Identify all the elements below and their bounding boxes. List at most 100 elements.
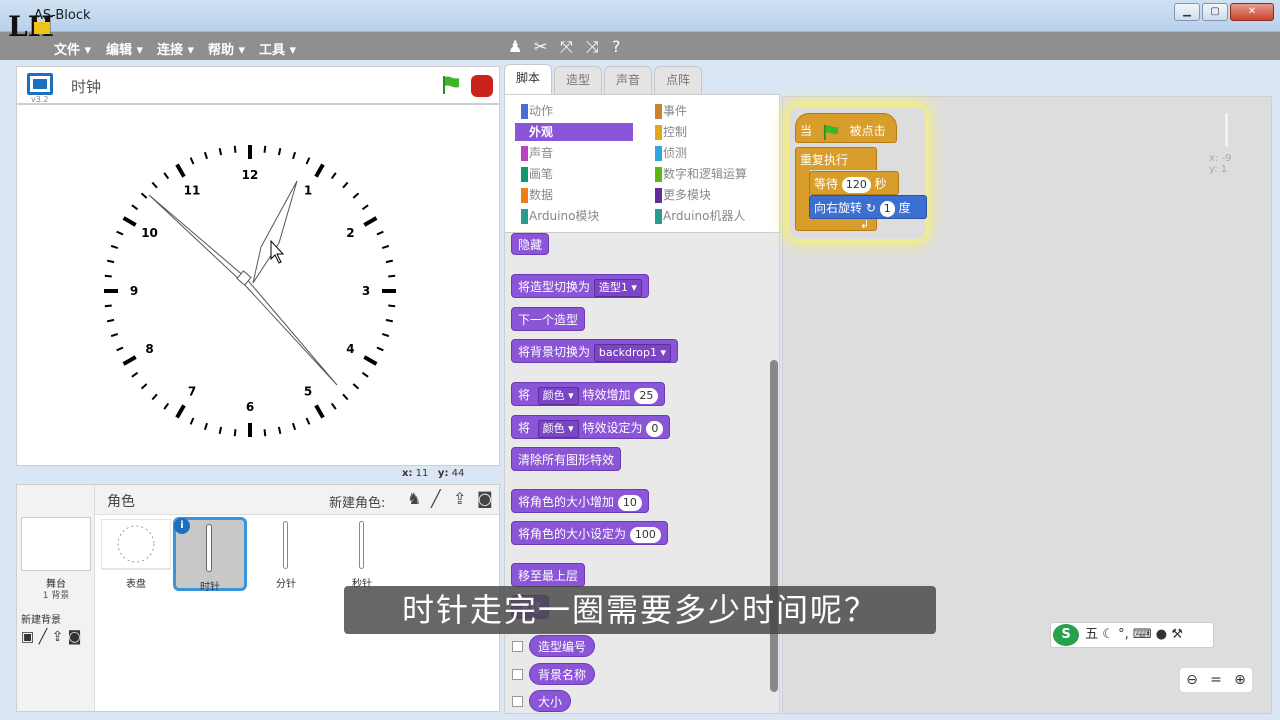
- when-flag-clicked-block[interactable]: 当 被点击: [795, 113, 897, 143]
- user-icon[interactable]: ●: [1156, 627, 1167, 642]
- hide-block[interactable]: 隐藏: [511, 233, 550, 255]
- menu-bar: 文件 ▾ 编辑 ▾ 连接 ▾ 帮助 ▾ 工具 ▾ ♟ ✂ ⤧ ⤨ ?: [0, 32, 1280, 60]
- tab-sounds[interactable]: 声音: [604, 66, 652, 94]
- moon-icon[interactable]: ☾: [1102, 627, 1114, 642]
- backdrop-library-icon[interactable]: ▣: [21, 629, 34, 645]
- size-checkbox[interactable]: [512, 696, 523, 707]
- turn-degrees-input[interactable]: 1: [879, 201, 895, 217]
- clear-effects-block[interactable]: 清除所有图形特效: [511, 447, 622, 471]
- sprite-item-selected[interactable]: i 时针: [173, 517, 247, 593]
- tab-matrix[interactable]: 点阵: [654, 66, 702, 94]
- set-effect-block[interactable]: 将 颜色 ▾ 特效设定为 0: [511, 415, 671, 439]
- duplicate-icon[interactable]: ♟: [508, 37, 522, 56]
- menu-connect[interactable]: 连接 ▾: [157, 39, 194, 58]
- wait-block[interactable]: 等待 120 秒: [809, 171, 899, 195]
- category-control[interactable]: 控制: [649, 123, 687, 141]
- stage[interactable]: 12 1 2 3 4 5 6 7 8 9 10 11: [16, 104, 500, 466]
- costume-number-checkbox[interactable]: [512, 641, 523, 652]
- category-motion[interactable]: 动作: [515, 102, 553, 120]
- category-arduino-robot[interactable]: Arduino机器人: [649, 207, 745, 225]
- category-arduino-modules[interactable]: Arduino模块: [515, 207, 599, 225]
- backdrop-dropdown[interactable]: backdrop1 ▾: [593, 344, 671, 362]
- size-set-input[interactable]: 100: [629, 527, 661, 543]
- sprite-library-icon[interactable]: ♞: [407, 489, 421, 508]
- ime-mode[interactable]: 五: [1085, 627, 1098, 642]
- change-effect-block[interactable]: 将 颜色 ▾ 特效增加 25: [511, 382, 666, 406]
- effect-dropdown[interactable]: 颜色 ▾: [537, 420, 579, 438]
- sprite-item[interactable]: 表盘: [99, 517, 173, 591]
- backdrop-name-checkbox[interactable]: [512, 669, 523, 680]
- maximize-button[interactable]: ▢: [1202, 3, 1228, 21]
- clock-number: 3: [362, 284, 370, 298]
- zoom-out-icon[interactable]: ⊖: [1186, 668, 1198, 692]
- category-events[interactable]: 事件: [649, 102, 687, 120]
- camera-sprite-icon[interactable]: ◙: [477, 489, 493, 508]
- hour-tick: [175, 163, 186, 178]
- next-costume-block[interactable]: 下一个造型: [511, 307, 586, 331]
- size-change-input[interactable]: 10: [617, 495, 642, 511]
- effect-change-input[interactable]: 25: [634, 388, 659, 404]
- wait-seconds-input[interactable]: 120: [841, 177, 871, 193]
- stop-icon[interactable]: [471, 75, 493, 97]
- costume-number-reporter[interactable]: 造型编号: [529, 635, 596, 657]
- go-front-block[interactable]: 移至最上层: [511, 563, 586, 587]
- keyboard-icon[interactable]: ⌨: [1133, 627, 1152, 642]
- zoom-in-icon[interactable]: ⊕: [1234, 668, 1246, 692]
- palette-scrollbar[interactable]: [770, 360, 778, 692]
- category-sensing[interactable]: 侦测: [649, 144, 687, 162]
- sogou-icon[interactable]: S: [1053, 624, 1079, 646]
- switch-costume-block[interactable]: 将造型切换为 造型1 ▾: [511, 274, 649, 298]
- category-operators[interactable]: 数字和逻辑运算: [649, 165, 747, 183]
- minute-hand[interactable]: [148, 194, 338, 386]
- sprite-item[interactable]: 秒针: [325, 517, 399, 591]
- category-pen[interactable]: 画笔: [515, 165, 553, 183]
- upload-backdrop-icon[interactable]: ⇪: [52, 629, 64, 645]
- clock-number: 9: [130, 284, 138, 298]
- paint-backdrop-icon[interactable]: ╱: [39, 629, 47, 645]
- effect-dropdown[interactable]: 颜色 ▾: [537, 387, 579, 405]
- close-button[interactable]: ✕: [1230, 3, 1274, 21]
- hour-hand[interactable]: [252, 180, 298, 284]
- green-flag-icon[interactable]: [441, 75, 461, 95]
- camera-backdrop-icon[interactable]: ◙: [68, 629, 82, 645]
- fullscreen-icon[interactable]: [27, 73, 53, 95]
- minute-tick: [292, 422, 297, 431]
- minute-tick: [385, 259, 394, 264]
- zoom-reset-icon[interactable]: =: [1210, 668, 1222, 692]
- category-data[interactable]: 数据: [515, 186, 553, 204]
- grow-icon[interactable]: ⤧: [560, 37, 573, 57]
- hour-tick: [122, 355, 137, 366]
- menu-help[interactable]: 帮助 ▾: [208, 39, 245, 58]
- menu-tools[interactable]: 工具 ▾: [259, 39, 296, 58]
- paint-sprite-icon[interactable]: ╱: [431, 489, 441, 508]
- cut-icon[interactable]: ✂: [534, 37, 547, 56]
- minute-tick: [140, 383, 148, 390]
- stage-thumbnail[interactable]: [21, 517, 91, 571]
- wrench-icon[interactable]: ⚒: [1171, 627, 1183, 642]
- menu-edit[interactable]: 编辑 ▾: [106, 39, 143, 58]
- title-bar: AS-Block ▁ ▢ ✕: [0, 0, 1280, 32]
- minute-tick: [151, 393, 158, 401]
- punctuation-icon[interactable]: °,: [1118, 627, 1129, 642]
- backdrop-name-reporter[interactable]: 背景名称: [529, 663, 596, 685]
- clock-number: 5: [304, 384, 312, 398]
- tab-scripts[interactable]: 脚本: [504, 64, 552, 94]
- info-icon[interactable]: i: [174, 518, 190, 534]
- size-reporter[interactable]: 大小: [529, 690, 572, 712]
- minimize-button[interactable]: ▁: [1174, 3, 1200, 21]
- tab-costumes[interactable]: 造型: [554, 66, 602, 94]
- effect-set-input[interactable]: 0: [646, 421, 664, 437]
- costume-dropdown[interactable]: 造型1 ▾: [593, 279, 642, 297]
- sprite-item[interactable]: 分针: [249, 517, 323, 591]
- category-sound[interactable]: 声音: [515, 144, 553, 162]
- shrink-icon[interactable]: ⤨: [586, 37, 599, 57]
- upload-sprite-icon[interactable]: ⇪: [453, 489, 466, 508]
- help-icon[interactable]: ?: [612, 37, 621, 56]
- switch-backdrop-block[interactable]: 将背景切换为 backdrop1 ▾: [511, 339, 678, 363]
- category-more-blocks[interactable]: 更多模块: [649, 186, 711, 204]
- change-size-block[interactable]: 将角色的大小增加 10: [511, 489, 649, 513]
- turn-right-block[interactable]: 向右旋转 ↻ 1 度: [809, 195, 927, 219]
- category-looks[interactable]: 外观: [515, 123, 633, 141]
- set-size-block[interactable]: 将角色的大小设定为 100: [511, 521, 668, 545]
- sprite-name: 表盘: [126, 579, 146, 590]
